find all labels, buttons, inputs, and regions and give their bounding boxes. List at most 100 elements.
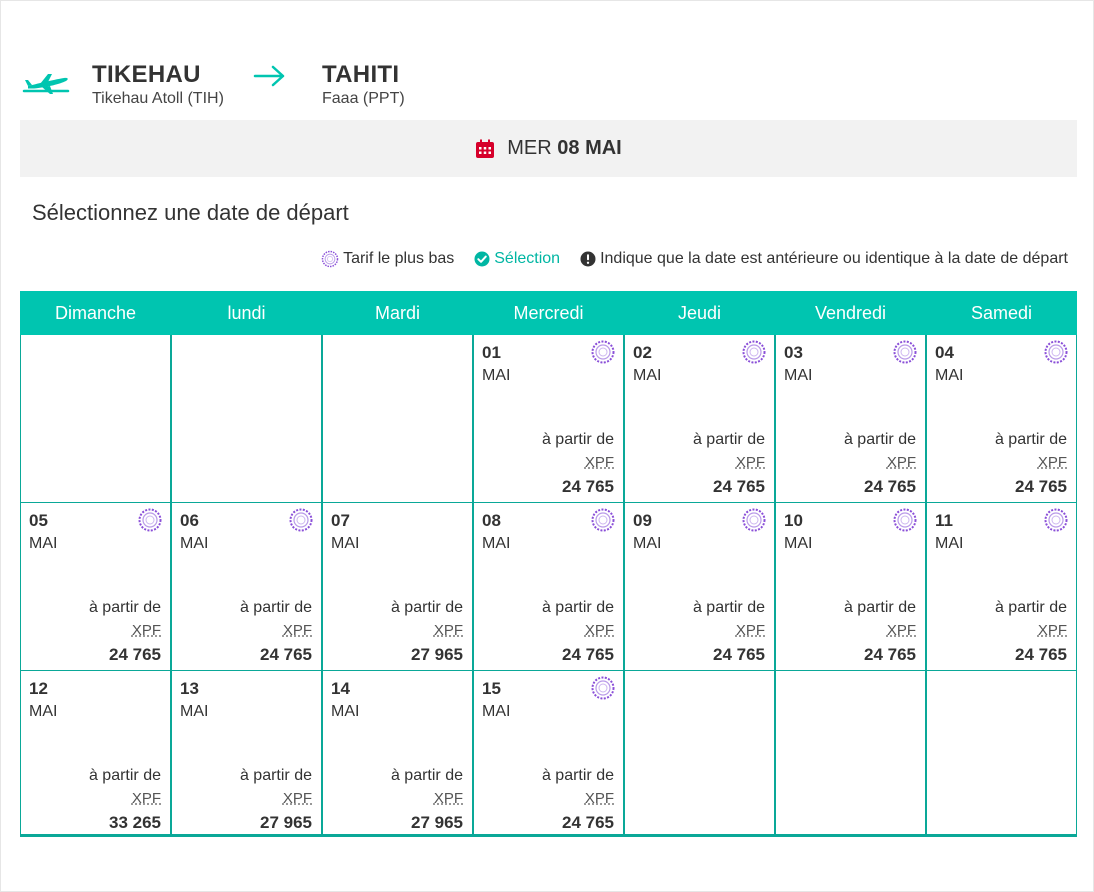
day-cell[interactable]: 12 MAI à partir de XPF 33 265: [20, 671, 171, 837]
day-cell[interactable]: 13 MAI à partir de XPF 27 965: [171, 671, 322, 837]
price-currency: XPF: [584, 622, 614, 639]
calendar-week-row: 05 MAI à partir de XPF 24 765 06 MAI à partir d…: [20, 503, 1077, 671]
price-value: 24 765: [1015, 477, 1067, 496]
weekday-friday: Vendredi: [814, 303, 887, 323]
price-from-label: à partir de: [239, 767, 312, 784]
legend-lowest-label: Tarif le plus bas: [343, 250, 455, 267]
price-from-label: à partir de: [239, 599, 312, 616]
price-currency: XPF: [584, 454, 614, 471]
day-cell[interactable]: 03 MAI à partir de XPF 24 765: [775, 335, 926, 503]
price-from-label: à partir de: [692, 599, 765, 616]
day-month: MAI: [180, 535, 209, 552]
legend-selection: Sélection: [474, 250, 560, 268]
legend: Tarif le plus bas Sélection Indique que …: [301, 250, 1068, 268]
lowest-fare-icon: [1044, 508, 1068, 532]
day-number: 09: [633, 511, 652, 530]
day-cell[interactable]: 07 MAI à partir de XPF 27 965: [322, 503, 473, 671]
calendar-week-row: 12 MAI à partir de XPF 33 265 13 MAI à partir d…: [20, 671, 1077, 837]
empty-day-cell: [775, 671, 926, 837]
day-cell[interactable]: 14 MAI à partir de XPF 27 965: [322, 671, 473, 837]
day-number: 05: [29, 511, 48, 530]
price-value: 24 765: [562, 813, 614, 832]
price-from-label: à partir de: [994, 431, 1067, 448]
day-cell[interactable]: 01 MAI à partir de XPF 24 765: [473, 335, 624, 503]
day-number: 11: [935, 511, 953, 530]
price-currency: XPF: [735, 622, 765, 639]
price-value: 24 765: [864, 477, 916, 496]
price-value: 33 265: [109, 813, 161, 832]
day-month: MAI: [633, 367, 662, 384]
price-value: 24 765: [260, 645, 312, 664]
day-cell[interactable]: 02 MAI à partir de XPF 24 765: [624, 335, 775, 503]
weekday-thursday: Jeudi: [677, 303, 722, 323]
price-currency: XPF: [282, 622, 312, 639]
day-month: MAI: [180, 703, 209, 720]
calendar-header: Dimanche lundi Mardi Mercredi Jeudi Vend…: [20, 291, 1077, 335]
price-from-label: à partir de: [88, 767, 161, 784]
legend-info: Indique que la date est antérieure ou id…: [580, 250, 1068, 268]
day-cell[interactable]: 06 MAI à partir de XPF 24 765: [171, 503, 322, 671]
lowest-fare-icon: [742, 340, 766, 364]
lowest-fare-icon: [591, 676, 615, 700]
price-currency: XPF: [131, 622, 161, 639]
lowest-fare-icon: [742, 508, 766, 532]
price-currency: XPF: [1037, 622, 1067, 639]
price-currency: XPF: [433, 622, 463, 639]
destination-city: TAHITI: [322, 61, 400, 88]
empty-day-cell: [322, 335, 473, 503]
day-cell[interactable]: 05 MAI à partir de XPF 24 765: [20, 503, 171, 671]
price-value: 24 765: [562, 645, 614, 664]
day-cell[interactable]: 10 MAI à partir de XPF 24 765: [775, 503, 926, 671]
lowest-fare-icon: [321, 250, 339, 268]
page-heading: Sélectionnez une date de départ: [32, 200, 349, 225]
price-from-label: à partir de: [692, 431, 765, 448]
day-number: 03: [784, 343, 803, 362]
lowest-fare-icon: [289, 508, 313, 532]
empty-day-cell: [624, 671, 775, 837]
day-cell[interactable]: 04 MAI à partir de XPF 24 765: [926, 335, 1077, 503]
price-currency: XPF: [1037, 454, 1067, 471]
day-number: 14: [331, 679, 350, 698]
day-cell[interactable]: 09 MAI à partir de XPF 24 765: [624, 503, 775, 671]
departure-calendar: Dimanche lundi Mardi Mercredi Jeudi Vend…: [20, 291, 1077, 837]
day-number: 06: [180, 511, 199, 530]
price-currency: XPF: [584, 790, 614, 807]
price-from-label: à partir de: [390, 767, 463, 784]
price-from-label: à partir de: [541, 599, 614, 616]
day-month: MAI: [331, 535, 360, 552]
day-cell[interactable]: 11 MAI à partir de XPF 24 765: [926, 503, 1077, 671]
day-month: MAI: [482, 535, 511, 552]
day-month: MAI: [784, 535, 813, 552]
price-from-label: à partir de: [843, 599, 916, 616]
selected-date-bar[interactable]: MER 08 MAI: [20, 120, 1077, 177]
weekday-wednesday: Mercredi: [513, 303, 584, 323]
price-value: 24 765: [562, 477, 614, 496]
arrow-right-icon: [253, 65, 285, 87]
check-circle-icon: [474, 251, 490, 267]
day-number: 01: [482, 343, 501, 362]
price-currency: XPF: [131, 790, 161, 807]
day-number: 10: [784, 511, 803, 530]
day-number: 15: [482, 679, 501, 698]
price-value: 27 965: [411, 645, 463, 664]
day-month: MAI: [633, 535, 662, 552]
day-number: 12: [29, 679, 48, 698]
lowest-fare-icon: [893, 508, 917, 532]
day-month: MAI: [482, 703, 511, 720]
day-number: 08: [482, 511, 501, 530]
day-month: MAI: [29, 703, 58, 720]
day-cell[interactable]: 08 MAI à partir de XPF 24 765: [473, 503, 624, 671]
day-month: MAI: [482, 367, 511, 384]
empty-day-cell: [171, 335, 322, 503]
day-cell[interactable]: 15 MAI à partir de XPF 24 765: [473, 671, 624, 837]
price-value: 24 765: [109, 645, 161, 664]
day-number: 13: [180, 679, 199, 698]
lowest-fare-icon: [138, 508, 162, 532]
day-month: MAI: [935, 367, 964, 384]
day-month: MAI: [331, 703, 360, 720]
calendar-icon: [476, 139, 495, 158]
route-header: TIKEHAU Tikehau Atoll (TIH) TAHITI Faaa …: [20, 60, 620, 110]
price-from-label: à partir de: [390, 599, 463, 616]
selected-date-text: MER 08 MAI: [507, 137, 621, 160]
day-month: MAI: [935, 535, 964, 552]
